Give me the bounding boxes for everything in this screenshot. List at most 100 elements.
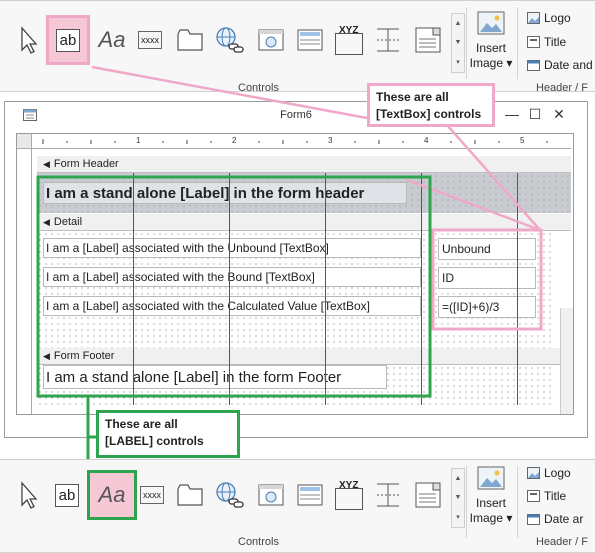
ribbon-separator [466,466,467,538]
horizontal-ruler: 1 2 3 4 5 [31,134,571,149]
insert-image-line1: Insert [475,41,506,55]
detail-label-unbound[interactable]: I am a [Label] associated with the Unbou… [43,238,421,258]
label-callout: These are all [LABEL] controls [96,410,240,458]
insert-image-button[interactable]: Insert Image ▾ [469,11,513,71]
navigation-control-icon[interactable] [294,474,326,516]
detail-label-calculated[interactable]: I am a [Label] associated with the Calcu… [43,296,421,316]
form-header-section-bar[interactable]: ◀ Form Header [37,156,571,173]
vertical-ruler [17,148,32,414]
hyperlink-icon[interactable] [211,19,247,61]
label-control-text: Aa [98,27,126,52]
select-arrow-icon[interactable] [14,474,44,516]
grid-line [325,173,326,405]
tab-control-icon[interactable] [173,474,207,516]
grid-line [421,173,422,405]
button-control-button[interactable]: xxxx [137,474,167,516]
ruler-corner[interactable] [17,134,32,149]
form-footer-label[interactable]: I am a stand alone [Label] in the form F… [43,365,387,389]
grid-line [229,173,230,405]
controls-group-label: Controls [238,536,279,548]
minimize-button[interactable]: — [502,106,522,122]
grid-line [517,173,518,405]
insert-image-button[interactable]: Insert Image ▾ [469,466,513,526]
insert-image-line2: Image ▾ [469,56,513,70]
ribbon-separator [517,466,518,538]
unbound-textbox[interactable]: Unbound [438,238,536,260]
label-control-text: Aa [98,482,126,507]
section-icon: ◀ [43,216,50,227]
ruler-number: 2 [232,136,237,145]
calendar-icon [526,513,540,526]
form-designer-canvas: 1 2 3 4 5 ◀ Form Header I am a stand alo… [16,133,574,415]
logo-button[interactable]: Logo [526,466,571,480]
form-footer-section-title: Form Footer [53,350,115,362]
detail-section-bar[interactable]: ◀ Detail [37,214,571,231]
title-bar: Form6 — ☐ ✕ [5,102,587,129]
header-footer-group-label: Header / F [536,536,588,548]
calculated-textbox[interactable]: =([ID]+6)/3 [438,296,536,318]
gallery-more-icon[interactable]: ▾ [456,513,460,521]
scroll-down-icon[interactable]: ▼ [455,494,462,501]
textbox-callout-line1: These are all [376,90,449,104]
label-control-button[interactable]: Aa [87,470,137,520]
combo-box-icon[interactable] [411,19,445,61]
page-break-icon[interactable] [372,474,404,516]
form-header-section-title: Form Header [53,158,119,170]
scroll-up-icon[interactable]: ▲ [455,20,462,27]
gallery-more-icon[interactable]: ▾ [456,58,460,66]
controls-gallery-scroll[interactable]: ▲ ▼ ▾ [451,468,465,528]
logo-button[interactable]: Logo [526,11,571,25]
detail-section-title: Detail [53,216,83,228]
vertical-scrollbar[interactable] [560,308,573,414]
form-header-label[interactable]: I am a stand alone [Label] in the form h… [43,182,407,204]
image-icon [477,466,505,490]
date-time-button[interactable]: Date and [526,58,593,72]
scroll-down-icon[interactable]: ▼ [455,39,462,46]
grid-line [133,173,134,405]
controls-gallery-scroll[interactable]: ▲ ▼ ▾ [451,13,465,73]
textbox-control-button[interactable]: ab [46,15,90,65]
bound-textbox[interactable]: ID [438,267,536,289]
title-button[interactable]: Title [526,35,566,49]
textbox-label: ab [55,28,81,52]
section-icon: ◀ [43,350,50,361]
label-callout-line2: [LABEL] controls [105,434,204,448]
calendar-icon [526,59,540,72]
controls-group-label: Controls [238,82,279,94]
ribbon-separator [517,7,518,79]
image-icon [477,11,505,35]
close-button[interactable]: ✕ [549,106,569,123]
combo-box-icon[interactable] [411,474,445,516]
ruler-number: 3 [328,136,333,145]
textbox-label: ab [54,483,80,507]
tab-control-icon[interactable] [173,19,207,61]
logo-icon [526,467,540,480]
page-break-icon[interactable] [372,19,404,61]
web-browser-icon[interactable] [255,474,287,516]
option-group-icon[interactable]: XYZ [333,474,367,516]
navigation-control-icon[interactable] [294,19,326,61]
button-control-text: xxxx [140,486,164,504]
label-control-button[interactable]: Aa [95,19,129,61]
ruler-number: 5 [520,136,525,145]
select-arrow-icon[interactable] [14,19,44,61]
detail-label-bound[interactable]: I am a [Label] associated with the Bound… [43,267,421,287]
button-control-button[interactable]: xxxx [133,19,167,61]
button-control-text: xxxx [138,31,162,49]
insert-image-line2: Image ▾ [469,511,513,525]
date-time-button[interactable]: Date ar [526,512,583,526]
hyperlink-icon[interactable] [211,474,247,516]
option-group-icon[interactable]: XYZ [333,19,367,61]
title-button[interactable]: Title [526,489,566,503]
maximize-button[interactable]: ☐ [525,106,545,123]
form-footer-section-bar[interactable]: ◀ Form Footer [37,348,571,365]
ruler-number: 1 [136,136,141,145]
ruler-number: 4 [424,136,429,145]
textbox-callout: These are all [TextBox] controls [367,83,495,127]
section-icon: ◀ [43,158,50,169]
web-browser-icon[interactable] [255,19,287,61]
textbox-control-button[interactable]: ab [50,474,84,516]
scroll-up-icon[interactable]: ▲ [455,475,462,482]
ribbon-separator [466,7,467,79]
window-title: Form6 [280,109,312,121]
